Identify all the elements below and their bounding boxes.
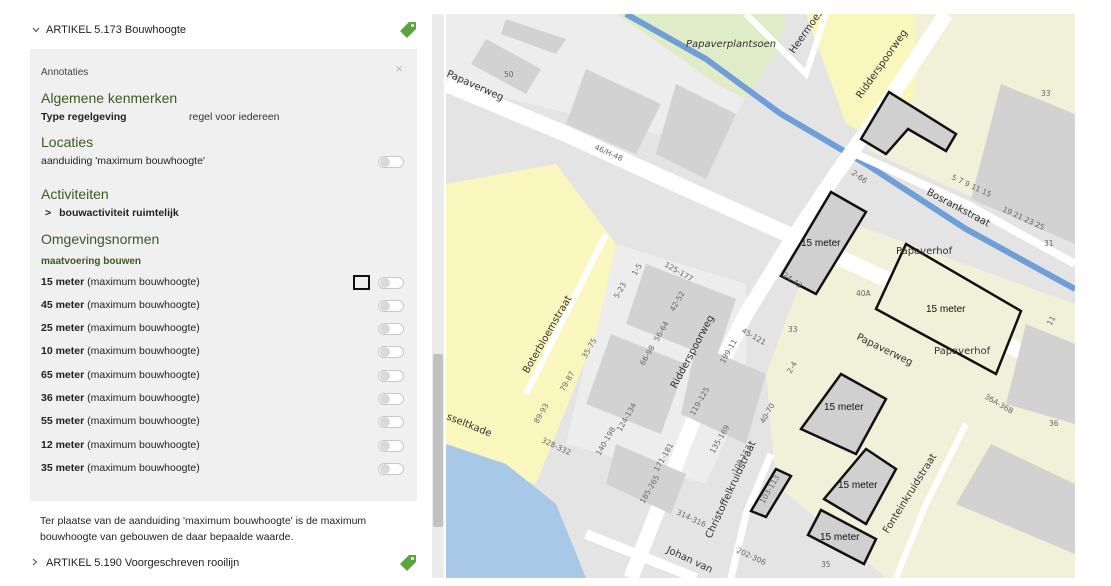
norm-row: 10 meter (maximum bouwhoogte) <box>41 345 200 357</box>
street-label: Papaverhof <box>934 346 991 357</box>
norm-value: 35 meter <box>41 462 85 474</box>
norm-value: 12 meter <box>41 439 85 451</box>
house-number: 35 <box>821 560 831 569</box>
chevron-right-icon: > <box>45 207 52 219</box>
locatie-toggle[interactable] <box>378 156 404 168</box>
type-regelgeving-value: regel voor iedereen <box>189 111 280 123</box>
type-regelgeving-label: Type regelgeving <box>41 111 127 123</box>
focus-indicator <box>353 275 370 290</box>
activiteit-label: bouwactiviteit ruimtelijk <box>59 207 179 219</box>
zone-label: 15 meter <box>926 304 966 315</box>
zone-label: 15 meter <box>820 532 860 543</box>
norm-value: 45 meter <box>41 299 85 311</box>
chevron-down-icon <box>32 25 40 36</box>
norm-row: 36 meter (maximum bouwhoogte) <box>41 392 200 404</box>
house-number: 36 <box>1049 419 1059 428</box>
norm-desc: (maximum bouwhoogte) <box>87 345 200 357</box>
maatvoering-subheading: maatvoering bouwen <box>41 256 142 267</box>
tag-icon[interactable] <box>399 554 417 575</box>
norm-row: 12 meter (maximum bouwhoogte) <box>41 439 200 451</box>
zone-label: 15 meter <box>824 402 864 413</box>
regels-panel: ARTIKEL 5.173 Bouwhoogte Annotaties × Al… <box>0 0 432 586</box>
tag-icon[interactable] <box>399 21 417 42</box>
norm-toggle[interactable] <box>378 277 404 289</box>
norm-value: 10 meter <box>41 345 85 357</box>
norm-toggle[interactable] <box>378 393 404 405</box>
house-number: 40A <box>856 289 872 298</box>
house-number: 31 <box>1044 239 1054 248</box>
norm-value: 25 meter <box>41 322 85 334</box>
norm-desc: (maximum bouwhoogte) <box>87 415 200 427</box>
norm-toggle[interactable] <box>378 370 404 382</box>
norm-row: 15 meter (maximum bouwhoogte) <box>41 276 200 288</box>
norm-value: 15 meter <box>41 276 85 288</box>
close-icon[interactable]: × <box>395 61 403 76</box>
zone-label: 15 meter <box>801 238 841 249</box>
norm-value: 65 meter <box>41 369 85 381</box>
norm-desc: (maximum bouwhoogte) <box>87 322 200 334</box>
norm-row: 25 meter (maximum bouwhoogte) <box>41 322 200 334</box>
house-number: 33 <box>1041 89 1051 98</box>
norm-toggle[interactable] <box>378 463 404 475</box>
activiteit-expander[interactable]: > bouwactiviteit ruimtelijk <box>45 207 179 219</box>
norm-toggle[interactable] <box>378 440 404 452</box>
norm-toggle[interactable] <box>378 346 404 358</box>
article-title: ARTIKEL 5.173 Bouwhoogte <box>46 24 187 36</box>
norm-desc: (maximum bouwhoogte) <box>87 392 200 404</box>
norm-row: 45 meter (maximum bouwhoogte) <box>41 299 200 311</box>
zone-label: 15 meter <box>838 480 878 491</box>
article-title: ARTIKEL 5.190 Voorgeschreven rooilijn <box>46 557 240 569</box>
heading-activiteiten: Activiteiten <box>41 186 109 202</box>
norm-toggle[interactable] <box>378 416 404 428</box>
norm-toggle[interactable] <box>378 300 404 312</box>
norm-row: 55 meter (maximum bouwhoogte) <box>41 415 200 427</box>
house-number: 50 <box>504 70 514 79</box>
norm-row: 35 meter (maximum bouwhoogte) <box>41 462 200 474</box>
annotaties-title: Annotaties <box>41 67 89 78</box>
heading-locaties: Locaties <box>41 134 94 150</box>
norm-desc: (maximum bouwhoogte) <box>87 462 200 474</box>
annotaties-panel: Annotaties × Algemene kenmerken Type reg… <box>30 49 417 501</box>
article-header-bouwhoogte[interactable]: ARTIKEL 5.173 Bouwhoogte <box>32 20 417 40</box>
norm-value: 55 meter <box>41 415 85 427</box>
map-canvas: 15 meter 15 meter 15 meter 15 meter 15 m… <box>446 14 1075 578</box>
norm-value: 36 meter <box>41 392 85 404</box>
norm-desc: (maximum bouwhoogte) <box>87 276 200 288</box>
chevron-right-icon <box>32 558 40 569</box>
locatie-item: aanduiding 'maximum bouwhoogte' <box>41 155 205 167</box>
street-label: Papaverhof <box>896 246 953 257</box>
house-number: 33 <box>788 325 798 334</box>
street-label: Papaverplantsoen <box>686 39 776 50</box>
heading-omgevingsnormen: Omgevingsnormen <box>41 231 160 247</box>
heading-algemene-kenmerken: Algemene kenmerken <box>41 90 178 106</box>
scrollbar-thumb[interactable] <box>433 354 443 527</box>
norm-row: 65 meter (maximum bouwhoogte) <box>41 369 200 381</box>
norm-desc: (maximum bouwhoogte) <box>87 439 200 451</box>
norm-desc: (maximum bouwhoogte) <box>87 369 200 381</box>
norm-desc: (maximum bouwhoogte) <box>87 299 200 311</box>
article-header-rooilijn[interactable]: ARTIKEL 5.190 Voorgeschreven rooilijn <box>32 553 417 573</box>
map-view[interactable]: 15 meter 15 meter 15 meter 15 meter 15 m… <box>446 14 1075 578</box>
norm-toggle[interactable] <box>378 323 404 335</box>
article-description: Ter plaatse van de aanduiding 'maximum b… <box>40 515 367 543</box>
